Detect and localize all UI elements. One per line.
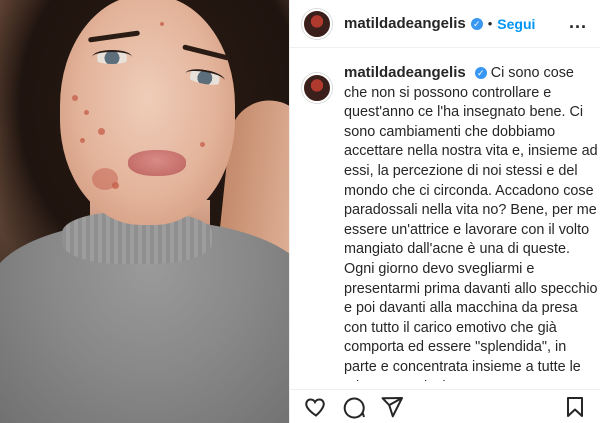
photo-eye-left — [92, 50, 132, 64]
comment-icon[interactable] — [342, 395, 366, 419]
heart-icon[interactable] — [304, 395, 328, 419]
follow-button[interactable]: Segui — [497, 16, 535, 32]
caption-text: Ci sono cose che non si possono controll… — [344, 65, 598, 381]
post-header: matildadeangelis ✓ • Segui ... — [290, 0, 600, 48]
photo-lips — [128, 150, 186, 176]
action-bar — [290, 389, 600, 423]
separator-dot: • — [487, 16, 493, 31]
photo-acne — [98, 128, 105, 135]
post-photo[interactable] — [0, 0, 289, 423]
caption-area: matildadeangelis ✓ Ci sono cose che non … — [290, 63, 600, 381]
caption-verified-badge-icon: ✓ — [474, 67, 487, 80]
photo-acne — [160, 22, 164, 26]
caption-username-link[interactable]: matildadeangelis — [344, 64, 466, 81]
share-icon[interactable] — [380, 395, 404, 419]
avatar[interactable] — [302, 8, 332, 39]
post-side-panel: matildadeangelis ✓ • Segui ... matildade… — [289, 0, 600, 423]
photo-acne — [80, 138, 85, 143]
instagram-post: matildadeangelis ✓ • Segui ... matildade… — [0, 0, 600, 423]
bookmark-icon[interactable] — [563, 395, 587, 419]
photo-acne — [72, 95, 78, 101]
photo-acne — [84, 110, 89, 115]
verified-badge-icon: ✓ — [470, 17, 483, 30]
post-caption: matildadeangelis ✓ Ci sono cose che non … — [344, 63, 600, 381]
username-link[interactable]: matildadeangelis — [344, 15, 466, 32]
photo-acne — [200, 142, 205, 147]
caption-avatar[interactable] — [302, 73, 332, 103]
photo-acne — [112, 182, 119, 189]
more-options-icon[interactable]: ... — [569, 12, 587, 33]
